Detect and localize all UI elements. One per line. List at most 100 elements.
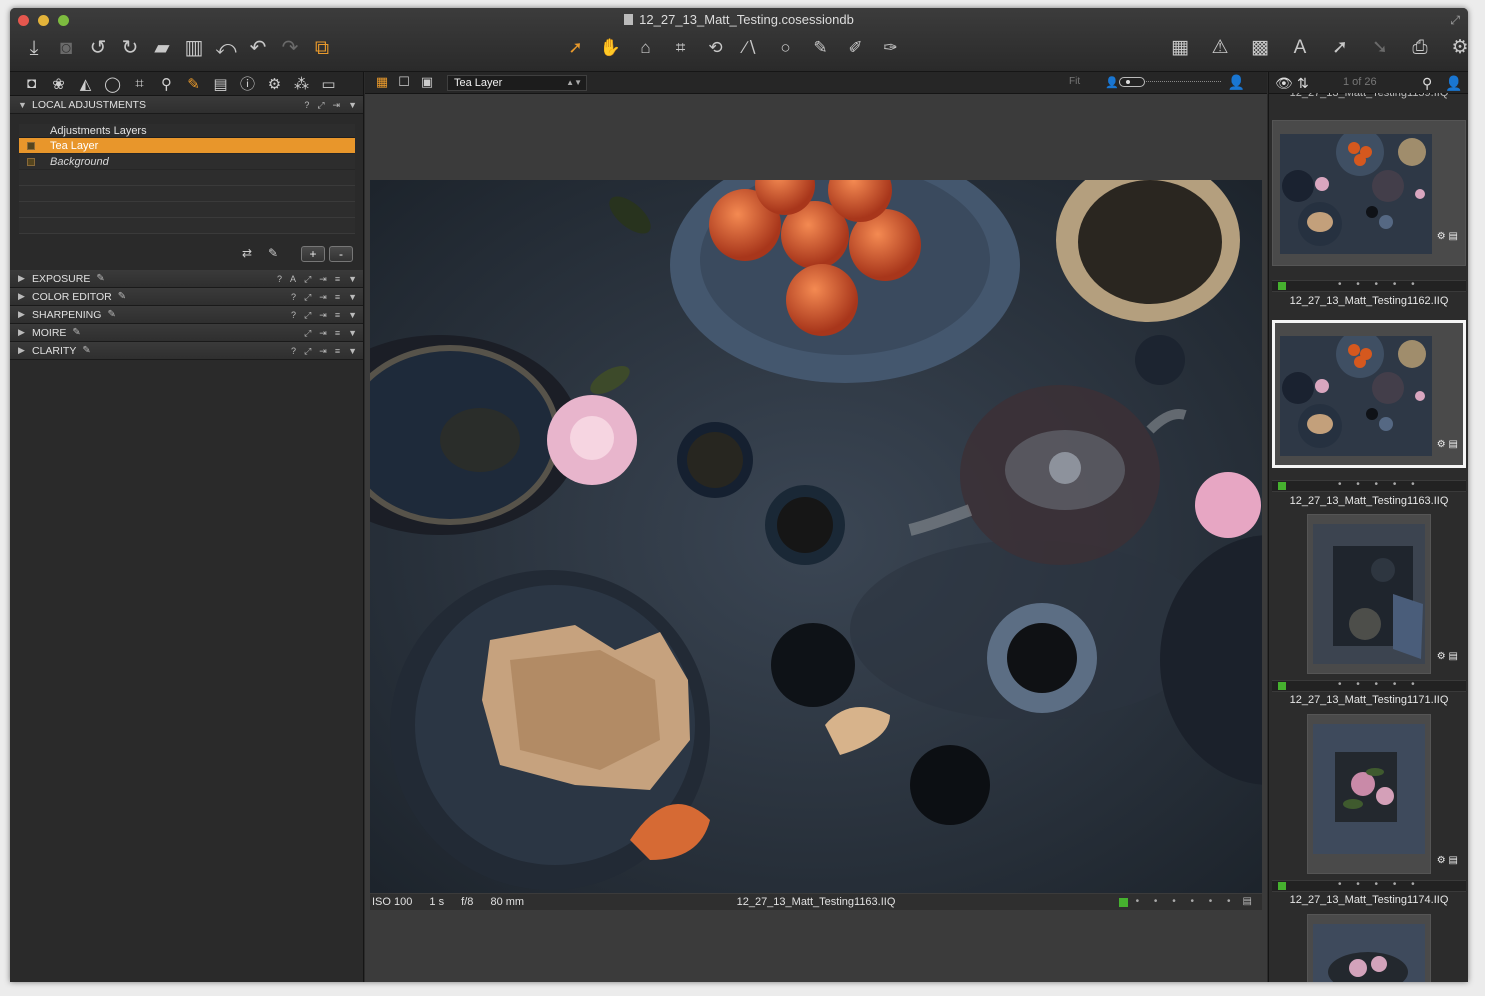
copy-apply-icon[interactable]: ⇥ — [319, 274, 327, 285]
brush-icon[interactable]: ✎ — [803, 36, 838, 60]
section-menu-icon[interactable]: ▼ — [348, 310, 357, 320]
local-adjustments-tab-icon[interactable]: ✎ — [180, 75, 207, 93]
select-cursor-icon[interactable]: ➚ — [558, 36, 593, 60]
expand-triangle-icon[interactable]: ▶ — [18, 291, 32, 302]
layer-visibility-checkbox[interactable] — [27, 158, 35, 166]
layer-row-tea[interactable]: Tea Layer — [19, 138, 355, 154]
help-icon[interactable]: ? — [291, 346, 296, 356]
star-rating[interactable]: • • • • • — [1338, 879, 1421, 890]
section-menu-icon[interactable]: ▼ — [348, 346, 357, 356]
import-icon[interactable]: ⤓ — [18, 36, 50, 60]
loupe-icon[interactable]: ⌂ — [628, 36, 663, 60]
pop-out-icon[interactable]: ⤢ — [304, 346, 311, 357]
copy-apply-icon[interactable]: ⇥ — [319, 328, 327, 339]
thumbnail-1162[interactable]: ⚙ ▤ • • • • • 12_27_13_Matt_Testing1162.… — [1272, 120, 1466, 310]
process-icon[interactable]: ➚ — [1320, 36, 1360, 60]
pop-out-icon[interactable]: ⤢ — [304, 292, 311, 303]
color-tag-green[interactable] — [1278, 282, 1286, 290]
local-adjustments-header[interactable]: ▼ LOCAL ADJUSTMENTS ? ⤢ ⇥ ▼ — [10, 96, 363, 114]
rotate-left-icon[interactable]: ↺ — [82, 36, 114, 60]
rotate-icon[interactable]: ⟲ — [698, 36, 733, 60]
info-tab-icon[interactable]: ⓘ — [234, 73, 261, 94]
star-rating[interactable]: • • • • • — [1338, 479, 1421, 490]
clarity-section-header[interactable]: ▶ CLARITY ✎ ? ⤢ ⇥ ≡ ▼ — [10, 342, 363, 360]
expand-triangle-icon[interactable]: ▶ — [18, 327, 32, 338]
expand-triangle-icon[interactable]: ▶ — [18, 345, 32, 356]
layer-brush-icon[interactable]: ✎ — [268, 246, 278, 260]
color-editor-section-header[interactable]: ▶ COLOR EDITOR ✎ ? ⤢ ⇥ ≡ ▼ — [10, 288, 363, 306]
pop-out-icon[interactable]: ⤢ — [304, 328, 311, 339]
settings-tab-icon[interactable]: ⚙ — [261, 75, 288, 93]
search-icon[interactable]: ⚲ — [1422, 75, 1432, 92]
lens-tab-icon[interactable]: ◯ — [99, 75, 126, 93]
list-icon[interactable]: ≡ — [335, 328, 340, 338]
text-icon[interactable]: A — [1280, 36, 1320, 60]
pop-out-icon[interactable]: ⤢ — [317, 100, 324, 111]
layer-visibility-checkbox[interactable] — [27, 142, 35, 150]
redo-icon[interactable]: ↷ — [274, 36, 306, 60]
crop-icon[interactable]: ⌗ — [663, 36, 698, 60]
expand-triangle-icon[interactable]: ▶ — [18, 309, 32, 320]
keystone-icon[interactable]: ∕∖ — [733, 36, 768, 60]
star-rating[interactable]: • • • • • • — [1136, 894, 1237, 910]
copy-apply-icon[interactable]: ⇥ — [319, 346, 327, 357]
add-layer-button[interactable]: + — [301, 246, 325, 262]
camera-tab-icon[interactable]: ◘ — [18, 75, 45, 92]
section-menu-icon[interactable]: ▼ — [348, 292, 357, 302]
variants-icon[interactable]: ⧉ — [306, 36, 338, 60]
warning-icon[interactable]: ⚠ — [1200, 36, 1240, 60]
pan-hand-icon[interactable]: ✋ — [593, 36, 628, 60]
undo-icon[interactable]: ↶ — [242, 36, 274, 60]
spot-icon[interactable]: ○ — [768, 36, 803, 60]
library-tab-icon[interactable]: ▭ — [315, 75, 342, 93]
metadata-tab-icon[interactable]: ▤ — [207, 75, 234, 93]
move-folder-icon[interactable]: ▰ — [146, 36, 178, 60]
section-menu-icon[interactable]: ▼ — [348, 328, 357, 338]
moire-section-header[interactable]: ▶ MOIRE ✎ ⤢ ⇥ ≡ ▼ — [10, 324, 363, 342]
sort-icon[interactable]: ⇅ — [1297, 75, 1309, 92]
thumbnail-1171[interactable]: ⚙ ▤ • • • • • 12_27_13_Matt_Testing1171.… — [1272, 514, 1466, 706]
thumbnail-next[interactable] — [1272, 914, 1466, 982]
help-icon[interactable]: ? — [291, 310, 296, 320]
single-view-icon[interactable]: ☐ — [396, 75, 412, 89]
layer-select[interactable]: Tea Layer ▲▼ — [447, 75, 587, 91]
multi-view-icon[interactable]: ▦ — [374, 75, 390, 89]
collapse-triangle-icon[interactable]: ▼ — [18, 100, 32, 110]
eye-icon[interactable]: 👁 — [1275, 75, 1293, 92]
fit-label[interactable]: Fit — [1069, 76, 1080, 87]
print-icon[interactable]: ⎙ — [1400, 36, 1440, 60]
trash-icon[interactable]: ▥ — [178, 36, 210, 60]
camera-icon[interactable]: ◙ — [50, 36, 82, 60]
rotate-right-icon[interactable]: ↻ — [114, 36, 146, 60]
undo-all-icon[interactable]: ⤺ — [210, 36, 242, 60]
color-tab-icon[interactable]: ❀ — [45, 75, 72, 93]
color-tag-green[interactable] — [1278, 682, 1286, 690]
help-icon[interactable]: ? — [304, 100, 309, 110]
main-photo[interactable] — [370, 180, 1262, 893]
layer-options-icon[interactable]: ⇄ — [242, 246, 252, 260]
fullscreen-icon[interactable]: ⤢ — [1450, 13, 1460, 28]
color-tag-green[interactable] — [1278, 882, 1286, 890]
copy-apply-icon[interactable]: ⇥ — [319, 292, 327, 303]
thumbnail-1163[interactable]: ⚙ ▤ • • • • • 12_27_13_Matt_Testing1163.… — [1272, 320, 1466, 510]
list-icon[interactable]: ≡ — [335, 292, 340, 302]
zoom-slider[interactable]: 👤 👤 — [1105, 74, 1245, 90]
auto-adjust-icon[interactable]: A — [290, 274, 296, 284]
list-icon[interactable]: ≡ — [335, 274, 340, 284]
color-tag-green[interactable] — [1278, 482, 1286, 490]
proof-view-icon[interactable]: ▣ — [419, 75, 435, 89]
sharpening-section-header[interactable]: ▶ SHARPENING ✎ ? ⤢ ⇥ ≡ ▼ — [10, 306, 363, 324]
picker-icon[interactable]: ✐ — [838, 36, 873, 60]
overlay-icon[interactable]: ▩ — [1240, 36, 1280, 60]
user-icon[interactable]: 👤 — [1445, 75, 1462, 92]
exposure-tab-icon[interactable]: ◭ — [72, 75, 99, 93]
section-menu-icon[interactable]: ▼ — [348, 100, 357, 110]
pop-out-icon[interactable]: ⤢ — [304, 274, 311, 285]
expand-triangle-icon[interactable]: ▶ — [18, 273, 32, 284]
grid-icon[interactable]: ▦ — [1160, 36, 1200, 60]
help-icon[interactable]: ? — [291, 292, 296, 302]
white-balance-icon[interactable]: ✑ — [873, 36, 908, 60]
list-icon[interactable]: ≡ — [335, 310, 340, 320]
crop-tab-icon[interactable]: ⌗ — [126, 75, 153, 92]
section-menu-icon[interactable]: ▼ — [348, 274, 357, 284]
